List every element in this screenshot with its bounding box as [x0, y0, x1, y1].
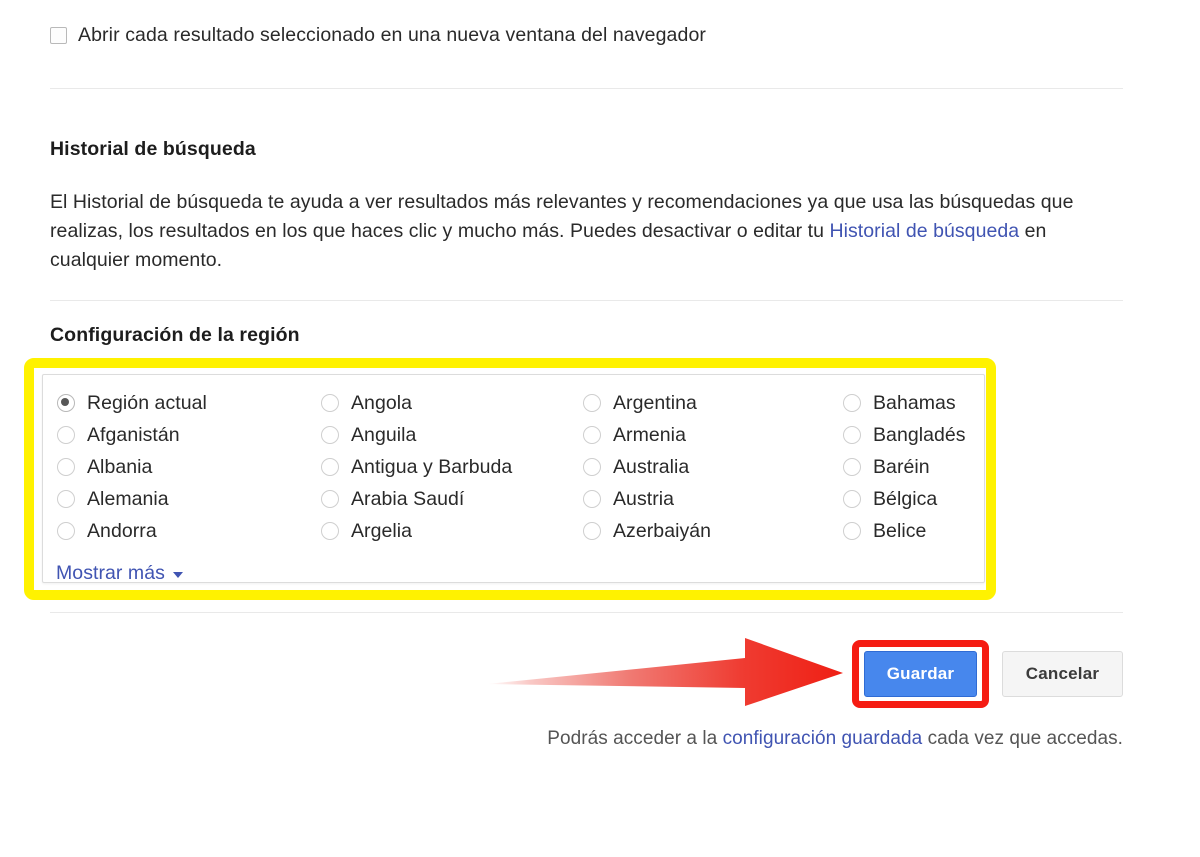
saved-settings-note: Podrás acceder a la configuración guarda…	[0, 728, 1123, 750]
search-history-heading: Historial de búsqueda	[50, 138, 256, 160]
divider-middle	[50, 300, 1123, 301]
footer-text-part2: cada vez que accedas.	[922, 728, 1123, 749]
open-results-label: Abrir cada resultado seleccionado en una…	[78, 24, 706, 46]
search-history-link[interactable]: Historial de búsqueda	[829, 220, 1019, 242]
right-arrow-icon	[487, 638, 843, 706]
cancel-button[interactable]: Cancelar	[1002, 651, 1123, 697]
settings-page: Abrir cada resultado seleccionado en una…	[0, 0, 1200, 857]
divider-bottom	[50, 612, 1123, 613]
open-results-new-window-row[interactable]: Abrir cada resultado seleccionado en una…	[50, 24, 706, 47]
search-history-description: El Historial de búsqueda te ayuda a ver …	[50, 188, 1080, 275]
saved-settings-link[interactable]: configuración guardada	[723, 728, 923, 749]
open-results-checkbox[interactable]	[50, 27, 67, 44]
divider-top	[50, 88, 1123, 89]
region-highlight-annotation	[24, 358, 996, 600]
region-settings-heading: Configuración de la región	[50, 324, 300, 346]
footer-text-part1: Podrás acceder a la	[547, 728, 723, 749]
save-button[interactable]: Guardar	[864, 651, 977, 697]
